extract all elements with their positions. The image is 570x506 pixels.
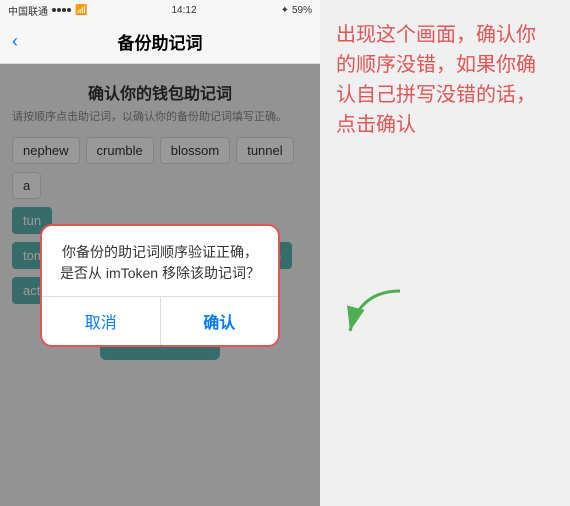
dialog-body: 你备份的助记词顺序验证正确，是否从 imToken 移除该助记词？ bbox=[42, 226, 278, 296]
main-content: 确认你的钱包助记词 请按顺序点击助记词，以确认你的备份助记词填写正确。 neph… bbox=[0, 64, 320, 506]
wifi-icon: 📶 bbox=[75, 5, 87, 16]
status-bar: 中国联通 📶 14:12 ✦ 59% bbox=[0, 0, 320, 20]
signal-dots bbox=[52, 8, 71, 12]
carrier-label: 中国联通 bbox=[8, 3, 48, 18]
status-right: ✦ 59% bbox=[281, 5, 312, 16]
dialog-actions: 取消 确认 bbox=[42, 296, 278, 345]
nav-bar: ‹ 备份助记词 bbox=[0, 20, 320, 64]
battery-label: 59% bbox=[292, 5, 312, 16]
annotation-text: 出现这个画面，确认你的顺序没错，如果你确认自己拼写没错的话，点击确认 bbox=[336, 20, 554, 140]
confirm-dialog: 你备份的助记词顺序验证正确，是否从 imToken 移除该助记词？ 取消 确认 bbox=[40, 224, 280, 347]
arrow-container bbox=[330, 281, 410, 346]
status-left: 中国联通 📶 bbox=[8, 3, 87, 18]
dialog-overlay: 你备份的助记词顺序验证正确，是否从 imToken 移除该助记词？ 取消 确认 bbox=[0, 64, 320, 506]
dialog-cancel-button[interactable]: 取消 bbox=[42, 297, 161, 345]
dialog-confirm-button[interactable]: 确认 bbox=[161, 297, 279, 345]
back-button[interactable]: ‹ bbox=[12, 31, 18, 52]
arrow-icon bbox=[330, 281, 410, 341]
annotation-panel: 出现这个画面，确认你的顺序没错，如果你确认自己拼写没错的话，点击确认 bbox=[320, 0, 570, 506]
bluetooth-icon: ✦ bbox=[281, 5, 289, 16]
clock: 14:12 bbox=[172, 5, 197, 16]
phone-frame: 中国联通 📶 14:12 ✦ 59% ‹ 备份助记词 确认你的钱包助记词 请按顺… bbox=[0, 0, 320, 506]
nav-title: 备份助记词 bbox=[118, 29, 203, 54]
